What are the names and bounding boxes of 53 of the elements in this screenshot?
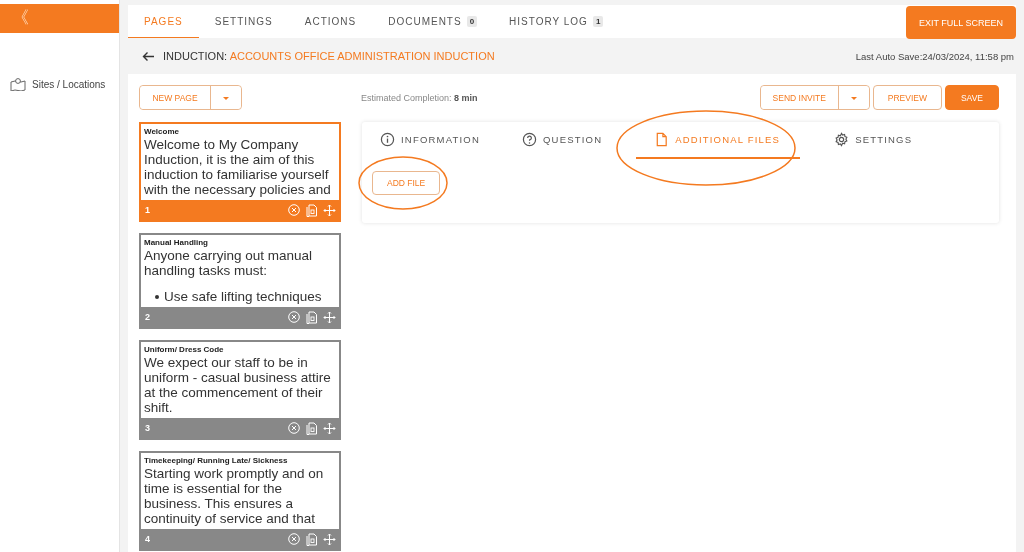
autosave-text: Last Auto Save:24/03/2024, 11:58 pm (855, 50, 1014, 62)
file-icon (654, 132, 670, 147)
remove-icon[interactable] (288, 311, 300, 323)
page-number: 2 (145, 312, 150, 322)
induction-title: INDUCTION: ACCOUNTS OFFICE ADMINISTRATION INDUCTION (163, 50, 495, 62)
move-icon[interactable] (323, 532, 336, 546)
page-text: Welcome to My Company Induction, it is the aim of this induction to familiarise yourself with the necessary policies and (143, 136, 332, 199)
question-icon (522, 132, 537, 147)
nav-tab[interactable]: SETTINGS (198, 5, 289, 38)
remove-icon[interactable] (288, 204, 300, 216)
editor-tab[interactable]: INFORMATION (372, 124, 488, 159)
nav-tab[interactable]: DOCUMENTS 0 (372, 5, 494, 38)
remove-icon[interactable] (288, 533, 300, 545)
back-arrow-icon[interactable] (142, 50, 155, 62)
page-text: We expect our staff to be in uniform - casual business attire at the commencement of their shift. (143, 354, 332, 417)
remove-icon[interactable] (288, 422, 300, 434)
page-card[interactable]: Uniform/ Dress Code We expect our staff to be in uniform - casual business attire at the commencement of their shift. 3 (139, 340, 341, 440)
info-icon (380, 132, 395, 147)
copy-icon[interactable] (306, 421, 317, 435)
copy-icon[interactable] (306, 310, 317, 324)
move-icon[interactable] (323, 310, 336, 324)
page-card[interactable]: Timekeeping/ Running Late/ Sickness Starting work promptly and on time is essential for the business. This ensures a continuity of service and that 4 (139, 451, 341, 551)
page-bullet: Use safe lifting techniques (164, 289, 322, 304)
page-title: Manual Handling (143, 237, 209, 247)
editor-tab[interactable]: QUESTION (514, 124, 611, 159)
caret-icon (223, 97, 229, 100)
page-title: Uniform/ Dress Code (143, 344, 225, 354)
page-text: Starting work promptly and on time is essential for the business. This ensures a continuity of service and that (143, 465, 325, 528)
dropdown-button[interactable] (837, 86, 869, 109)
settings-icon (834, 132, 850, 147)
estimated-completion: Estimated Completion: 8 min (361, 92, 478, 103)
nav-tab[interactable]: ACTIONS (288, 5, 373, 38)
page-card[interactable]: Welcome Welcome to My Company Induction, it is the aim of this induction to familiarise yourself with the necessary policies and 1 (139, 122, 341, 222)
count-badge: 1 (592, 15, 604, 27)
nav-tab[interactable]: HISTORY LOG 1 (493, 5, 620, 38)
page-number: 3 (145, 423, 150, 433)
copy-icon[interactable] (306, 532, 317, 546)
dropdown-button[interactable] (210, 86, 241, 109)
page-title: Welcome (143, 126, 180, 136)
page-number: 1 (145, 205, 150, 215)
page-title: Timekeeping/ Running Late/ Sickness (143, 455, 289, 465)
move-icon[interactable] (323, 203, 336, 217)
bullet-icon (155, 294, 159, 299)
count-badge: 0 (466, 15, 478, 27)
editor-tab[interactable]: SETTINGS (826, 124, 921, 159)
page-text: Anyone carrying out manual handling tasks must: (143, 247, 314, 280)
move-icon[interactable] (323, 421, 336, 435)
map-pin-icon (10, 77, 26, 91)
caret-icon (850, 97, 857, 100)
page-number: 4 (145, 534, 150, 544)
copy-icon[interactable] (306, 203, 317, 217)
sidebar-item[interactable]: Sites / Locations (0, 77, 119, 91)
page-card[interactable]: Manual Handling Anyone carrying out manual handling tasks must: Use safe lifting techniques 2 (139, 233, 341, 329)
